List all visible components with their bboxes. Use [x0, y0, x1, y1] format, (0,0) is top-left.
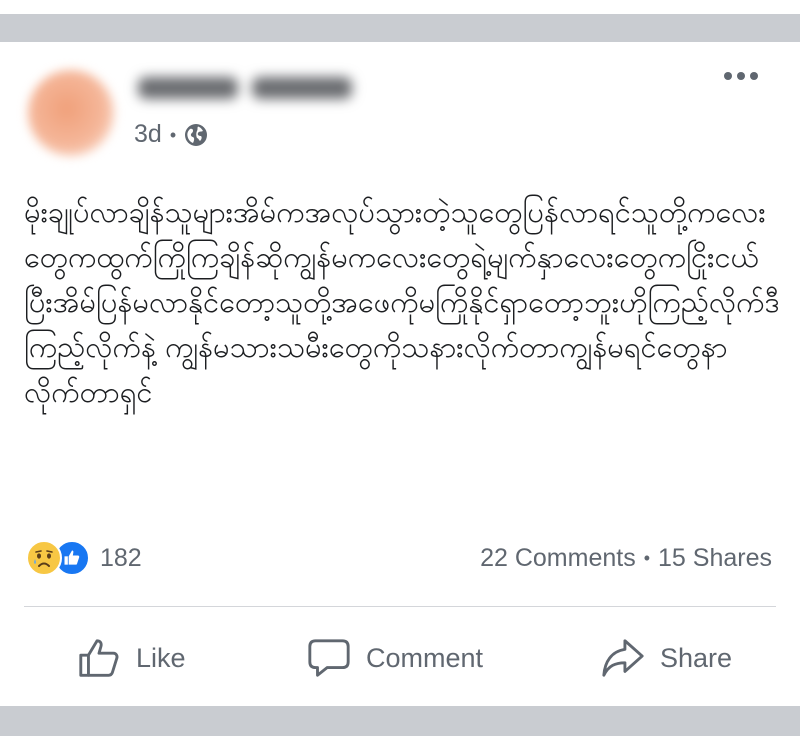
- shares-count[interactable]: 15 Shares: [658, 544, 772, 573]
- avatar[interactable]: [28, 70, 114, 156]
- share-arrow-icon: [602, 639, 644, 677]
- top-feed-separator: [0, 14, 800, 42]
- comment-icon: [308, 639, 350, 677]
- thumbs-up-icon: [79, 639, 119, 677]
- stats-separator: •: [643, 548, 651, 568]
- like-label: Like: [136, 642, 186, 673]
- reactions-summary[interactable]: 182: [26, 540, 142, 576]
- post-timestamp[interactable]: 3d: [134, 120, 162, 149]
- reaction-count: 182: [100, 543, 142, 572]
- post-stats-bar: 182 22 Comments • 15 Shares: [0, 534, 800, 582]
- comment-label: Comment: [366, 642, 484, 673]
- share-button[interactable]: Share: [600, 630, 732, 686]
- post-body-text: မိုးချုပ်လာချိန်သူများအိမ်ကအလုပ်သွားတဲ့သ…: [24, 195, 780, 409]
- author-name-blurred[interactable]: [138, 70, 368, 106]
- divider: [24, 606, 776, 607]
- globe-icon: [184, 123, 208, 147]
- sad-reaction-icon: [26, 540, 62, 576]
- meta-separator: •: [169, 124, 177, 145]
- share-label: Share: [660, 642, 733, 673]
- feed-post: 3d • မိုးချုပ်လာချိန်သူများအိမ်ကအလုပ်သွာ…: [0, 42, 800, 706]
- engagement-counts: 22 Comments • 15 Shares: [480, 544, 772, 573]
- post-actions: Like Comment Share: [0, 630, 800, 686]
- more-options-icon[interactable]: [724, 72, 758, 80]
- bottom-feed-separator: [0, 706, 800, 736]
- comment-button[interactable]: Comment: [306, 630, 483, 686]
- like-button[interactable]: Like: [76, 630, 186, 686]
- comments-count[interactable]: 22 Comments: [480, 544, 636, 573]
- post-meta: 3d •: [134, 120, 208, 149]
